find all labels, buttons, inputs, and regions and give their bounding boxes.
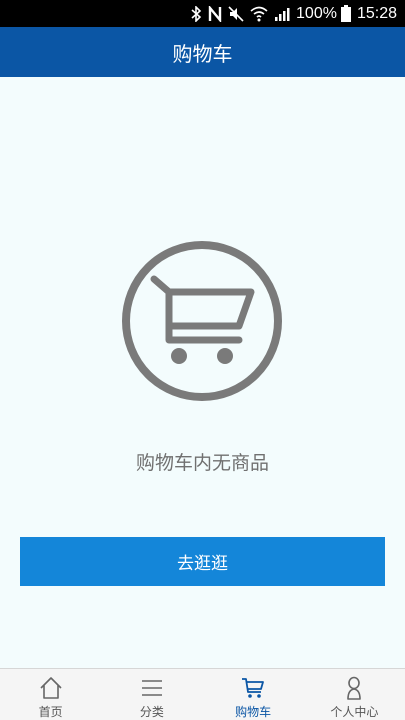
tab-label-home: 首页 bbox=[38, 705, 63, 719]
page-title: 购物车 bbox=[172, 41, 233, 66]
bluetooth-icon bbox=[191, 5, 202, 22]
battery-icon bbox=[340, 5, 351, 22]
home-icon bbox=[40, 677, 62, 699]
tab-label-category: 分类 bbox=[139, 705, 164, 719]
tab-cart[interactable]: 购物车 bbox=[203, 669, 304, 720]
signal-icon bbox=[275, 7, 290, 21]
status-bar: 100% 15:28 bbox=[0, 0, 405, 27]
user-icon bbox=[347, 676, 362, 700]
app-header: 购物车 bbox=[0, 27, 405, 77]
wifi-icon bbox=[250, 6, 268, 21]
clock: 15:28 bbox=[356, 4, 397, 22]
menu-icon bbox=[141, 680, 162, 696]
tab-category[interactable]: 分类 bbox=[101, 669, 202, 720]
nfc-icon bbox=[208, 5, 222, 22]
tab-home[interactable]: 首页 bbox=[0, 669, 101, 720]
go-shopping-button[interactable]: 去逛逛 bbox=[20, 537, 385, 586]
battery-percentage: 100% bbox=[296, 4, 337, 22]
empty-cart-message: 购物车内无商品 bbox=[135, 452, 269, 474]
tab-label-profile: 个人中心 bbox=[330, 705, 379, 719]
tab-profile[interactable]: 个人中心 bbox=[304, 669, 405, 720]
tab-label-cart: 购物车 bbox=[235, 705, 272, 719]
mute-icon bbox=[228, 5, 244, 22]
status-icons bbox=[191, 5, 290, 22]
cart-icon bbox=[242, 678, 265, 698]
bottom-tab-bar: 首页 分类 购物车 个人中心 bbox=[0, 668, 405, 720]
shopping-cart-icon bbox=[122, 241, 282, 401]
